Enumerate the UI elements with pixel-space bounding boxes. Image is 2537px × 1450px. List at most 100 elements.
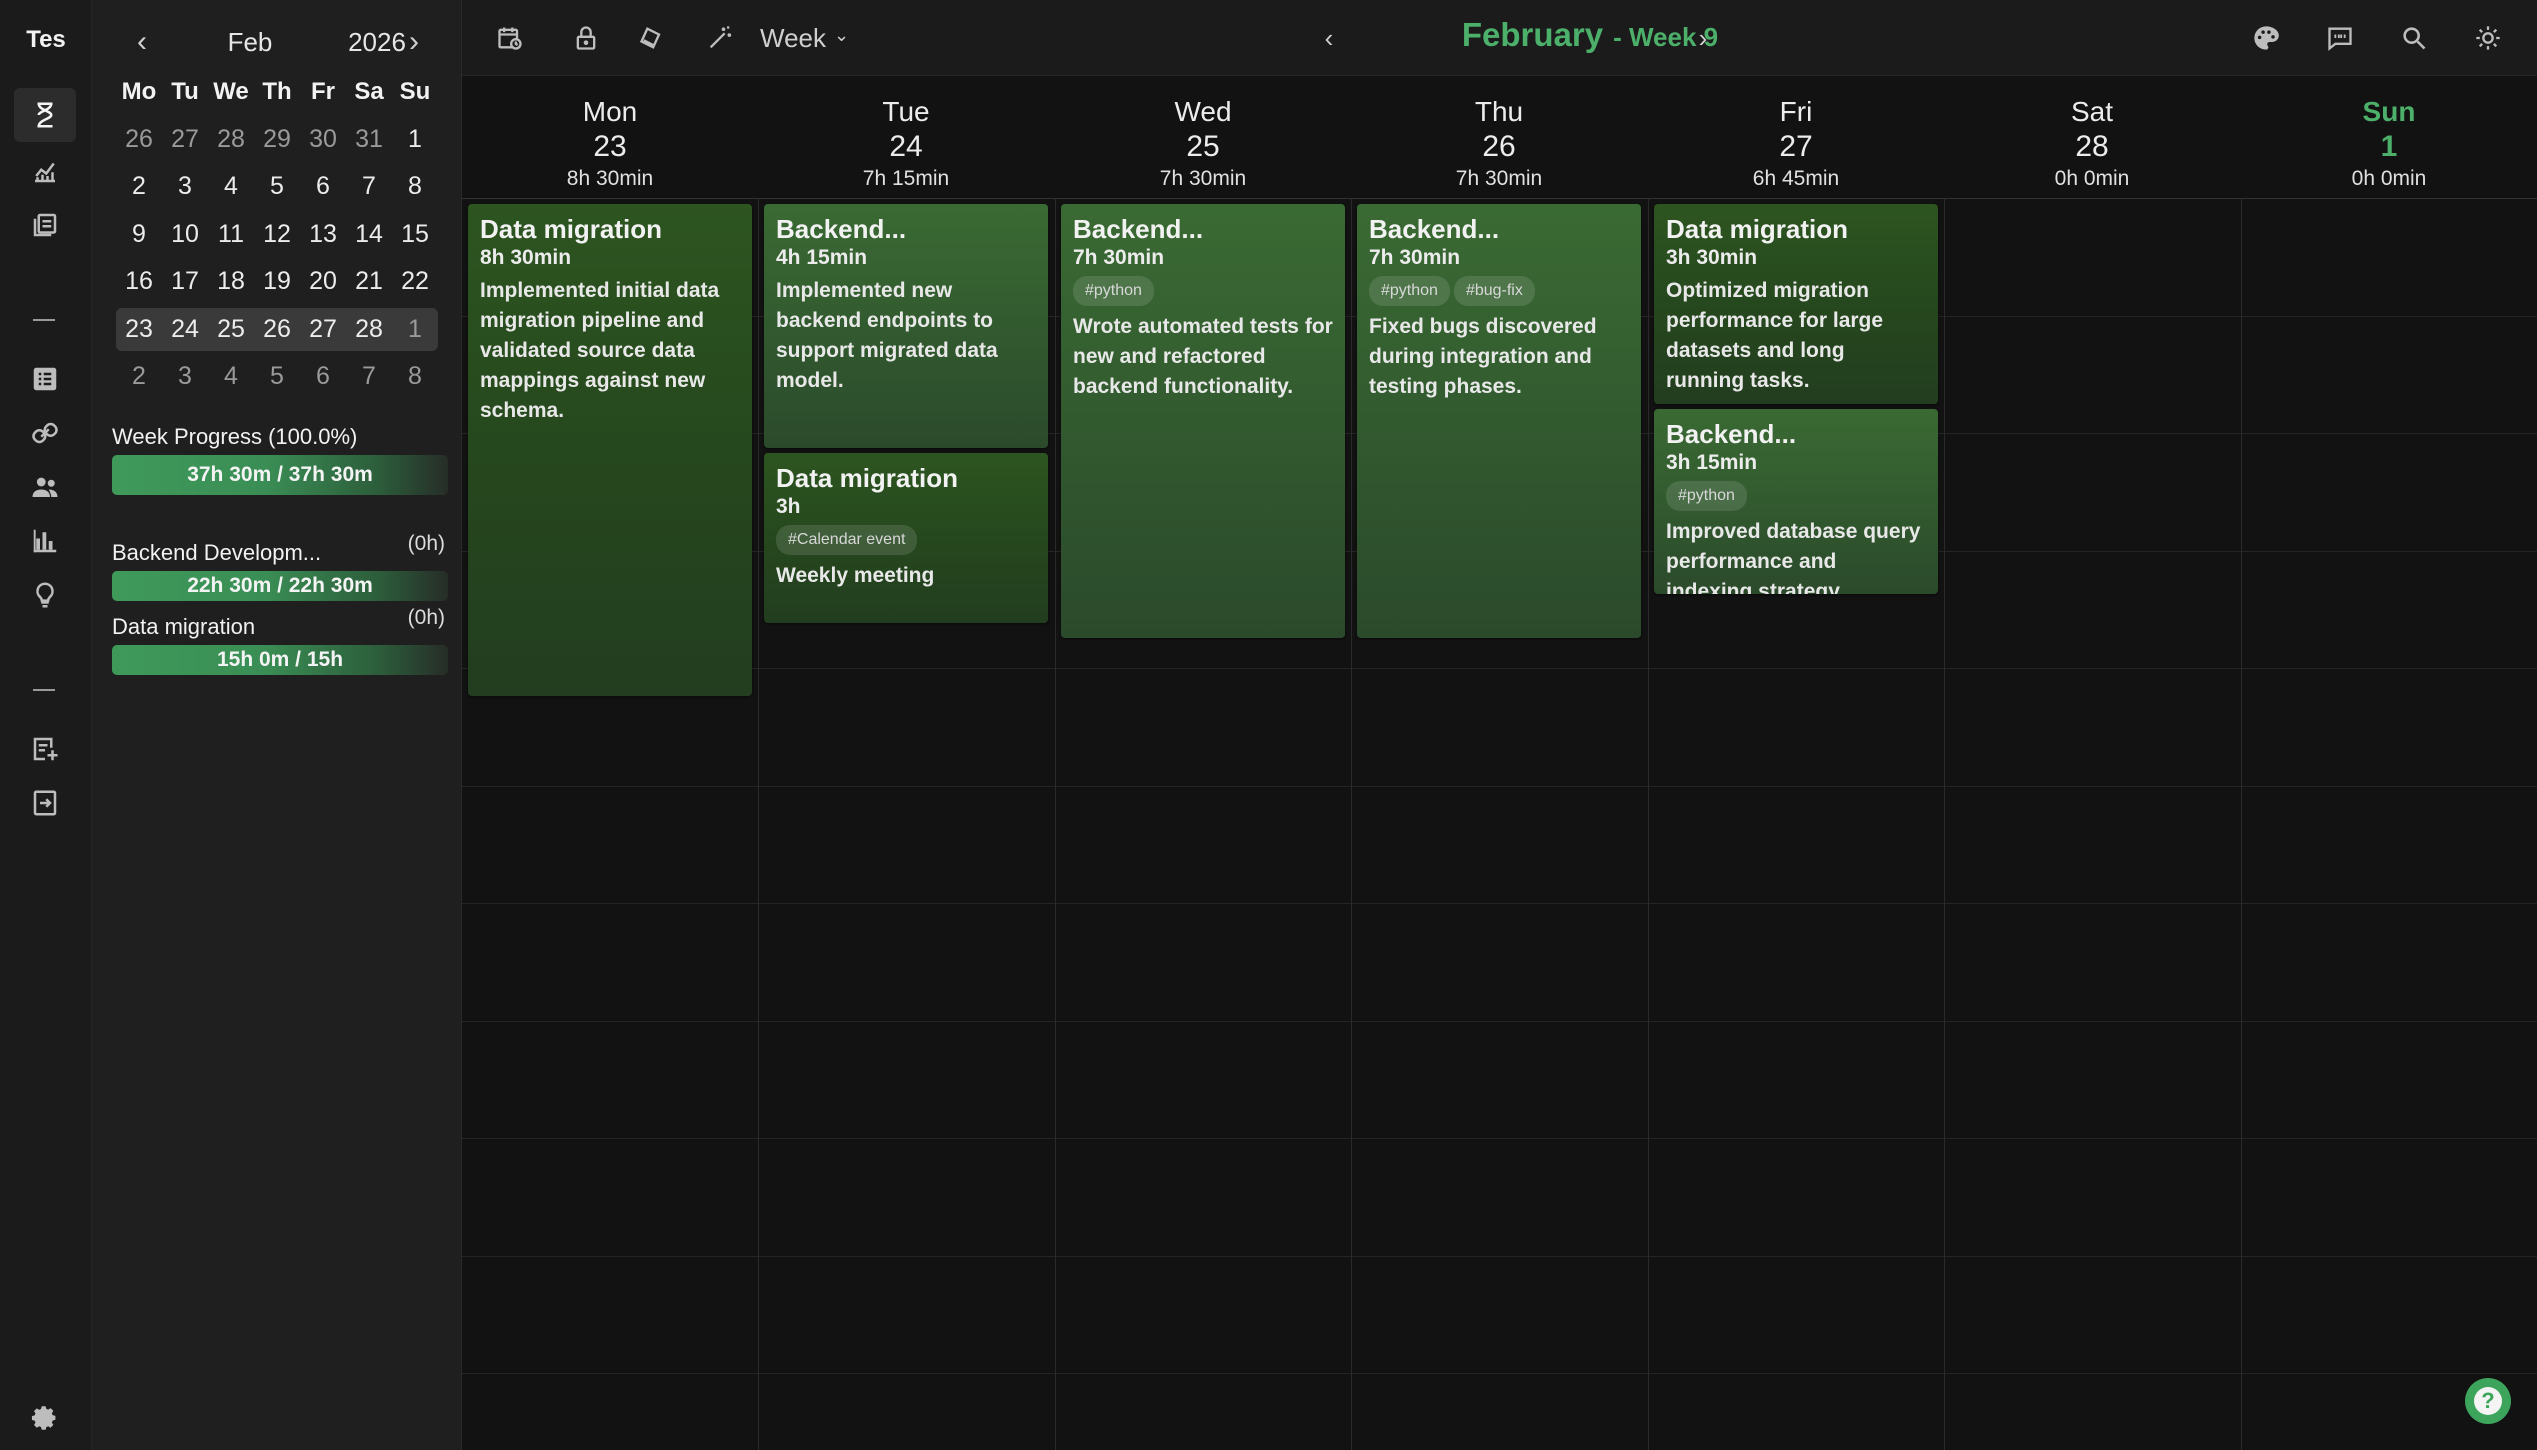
time-entry-card[interactable]: Data migration 3h 30min Optimized migratio… (1654, 204, 1938, 404)
tag-chip[interactable]: #bug-fix (1453, 276, 1535, 306)
auto-fill-button[interactable] (702, 20, 738, 56)
mini-calendar-day[interactable]: 1 (392, 315, 438, 344)
clients-nav-button[interactable] (14, 460, 76, 514)
help-button[interactable]: ? (2465, 1378, 2511, 1424)
mini-calendar-day[interactable]: 16 (116, 267, 162, 296)
time-entry-description: Implemented new backend endpoints to sup… (776, 279, 998, 392)
search-icon (2403, 27, 2426, 50)
day-header[interactable]: Fri 27 6h 45min (1648, 76, 1944, 198)
mini-calendar-day[interactable]: 23 (116, 315, 162, 344)
list-nav-button[interactable] (14, 352, 76, 406)
stats-nav-button[interactable] (14, 144, 76, 198)
mini-calendar-week[interactable]: 2345678 (116, 353, 438, 401)
mini-calendar-day[interactable]: 3 (162, 362, 208, 391)
day-date: 23 (593, 130, 627, 163)
mini-calendar-day[interactable]: 20 (300, 267, 346, 296)
mini-calendar-day[interactable]: 2 (116, 362, 162, 391)
search-button[interactable] (2396, 20, 2432, 56)
mini-calendar-day[interactable]: 28 (208, 125, 254, 154)
time-entry-card[interactable]: Backend... 3h 15min #python Improved databa… (1654, 408, 1938, 594)
mini-calendar-day[interactable]: 13 (300, 220, 346, 249)
mini-calendar-day[interactable]: 30 (300, 125, 346, 154)
mini-calendar-day[interactable]: 28 (346, 315, 392, 344)
mini-calendar-day[interactable]: 29 (254, 125, 300, 154)
mini-calendar-day[interactable]: 21 (346, 267, 392, 296)
mini-calendar-day[interactable]: 19 (254, 267, 300, 296)
chevron-down-icon: ⌄ (834, 24, 850, 45)
eraser-button[interactable] (634, 20, 670, 56)
tag-chip[interactable]: #python (1073, 276, 1154, 306)
time-entry-card[interactable]: Backend... 7h 30min #python Wrote automated… (1061, 204, 1345, 638)
calendar-sync-button[interactable] (492, 20, 528, 56)
mini-calendar-day[interactable]: 24 (162, 315, 208, 344)
mini-calendar-day[interactable]: 31 (346, 125, 392, 154)
time-entry-description: Improved database query performance and … (1666, 519, 1921, 594)
reports-nav-button[interactable] (14, 514, 76, 568)
mini-calendar-day[interactable]: 3 (162, 172, 208, 201)
projects-nav-button[interactable] (14, 406, 76, 460)
mini-calendar-day[interactable]: 1 (392, 125, 438, 154)
mini-calendar-day[interactable]: 12 (254, 220, 300, 249)
time-entry-card[interactable]: Data migration 8h 30min Implemented initia… (468, 204, 752, 697)
add-entry-nav-button[interactable] (14, 722, 76, 776)
mini-calendar-day[interactable]: 15 (392, 220, 438, 249)
mini-calendar-day[interactable]: 8 (392, 172, 438, 201)
mini-calendar-day[interactable]: 4 (208, 362, 254, 391)
brightness-button[interactable] (2470, 20, 2506, 56)
mini-calendar-day[interactable]: 7 (346, 362, 392, 391)
mini-calendar-day[interactable]: 25 (208, 315, 254, 344)
mini-calendar-week[interactable]: 16 17 18 19 20 21 22 (116, 258, 438, 306)
mini-calendar-day[interactable]: 22 (392, 267, 438, 296)
mini-calendar-day[interactable]: 27 (162, 125, 208, 154)
mini-calendar-day[interactable]: 27 (300, 315, 346, 344)
mini-calendar-month[interactable]: Feb (190, 27, 310, 58)
mini-calendar-day[interactable]: 6 (300, 362, 346, 391)
mini-calendar-week[interactable]: 2345678 (116, 163, 438, 211)
entries-nav-button[interactable] (14, 198, 76, 252)
mini-calendar-selected-week[interactable]: 23 24 25 26 27 28 1 (116, 306, 438, 354)
tag-chip[interactable]: #python (1369, 276, 1450, 306)
mini-calendar-week[interactable]: 26 27 28 29 30 31 1 (116, 116, 438, 164)
mini-calendar-next-button[interactable]: › (394, 22, 434, 62)
day-header[interactable]: Sun 1 0h 0min (2241, 76, 2537, 198)
mini-calendar-day[interactable]: 26 (254, 315, 300, 344)
day-header[interactable]: Sat 28 0h 0min (1944, 76, 2240, 198)
mini-calendar-day[interactable]: 6 (300, 172, 346, 201)
mini-calendar-day[interactable]: 5 (254, 362, 300, 391)
time-entry-card[interactable]: Data migration 3h #Calendar event Weekly me… (764, 452, 1048, 624)
next-week-button[interactable]: › (1686, 18, 1720, 58)
import-nav-button[interactable] (14, 776, 76, 830)
day-name: Sun (2362, 96, 2416, 127)
day-date: 27 (1779, 130, 1813, 163)
mini-calendar-day[interactable]: 18 (208, 267, 254, 296)
mini-calendar-day[interactable]: 8 (392, 362, 438, 391)
theme-palette-button[interactable] (2248, 20, 2284, 56)
timer-nav-button[interactable] (14, 88, 76, 142)
day-header[interactable]: Thu 26 7h 30min (1351, 76, 1647, 198)
time-entry-card[interactable]: Backend... 7h 30min #python #bug-fix Fixed b… (1357, 204, 1641, 638)
settings-nav-button[interactable] (14, 1392, 76, 1446)
prev-week-button[interactable]: ‹ (1312, 18, 1346, 58)
day-header[interactable]: Tue 24 7h 15min (758, 76, 1054, 198)
mini-calendar-day[interactable]: 2 (116, 172, 162, 201)
mini-calendar-day[interactable]: 5 (254, 172, 300, 201)
tag-chip[interactable]: #Calendar event (776, 524, 918, 555)
lock-button[interactable] (568, 20, 604, 56)
mini-calendar-day[interactable]: 7 (346, 172, 392, 201)
ideas-nav-button[interactable] (14, 568, 76, 622)
feedback-button[interactable] (2322, 20, 2358, 56)
time-entry-card[interactable]: Backend... 4h 15min Implemented new backen… (764, 204, 1048, 448)
mini-calendar-day[interactable]: 4 (208, 172, 254, 201)
tag-chip[interactable]: #python (1666, 480, 1747, 511)
mini-calendar-week[interactable]: 9 10 11 12 13 14 15 (116, 211, 438, 259)
mini-calendar-day[interactable]: 9 (116, 220, 162, 249)
day-header[interactable]: Mon 23 8h 30min (462, 76, 758, 198)
mini-calendar-day[interactable]: 10 (162, 220, 208, 249)
mini-calendar-prev-button[interactable]: ‹ (122, 22, 162, 62)
mini-calendar-day[interactable]: 26 (116, 125, 162, 154)
mini-calendar-day[interactable]: 17 (162, 267, 208, 296)
mini-calendar-day[interactable]: 11 (208, 220, 254, 249)
day-header[interactable]: Wed 25 7h 30min (1055, 76, 1351, 198)
mini-calendar-day[interactable]: 14 (346, 220, 392, 249)
view-selector[interactable]: Week ⌄ (760, 20, 849, 56)
